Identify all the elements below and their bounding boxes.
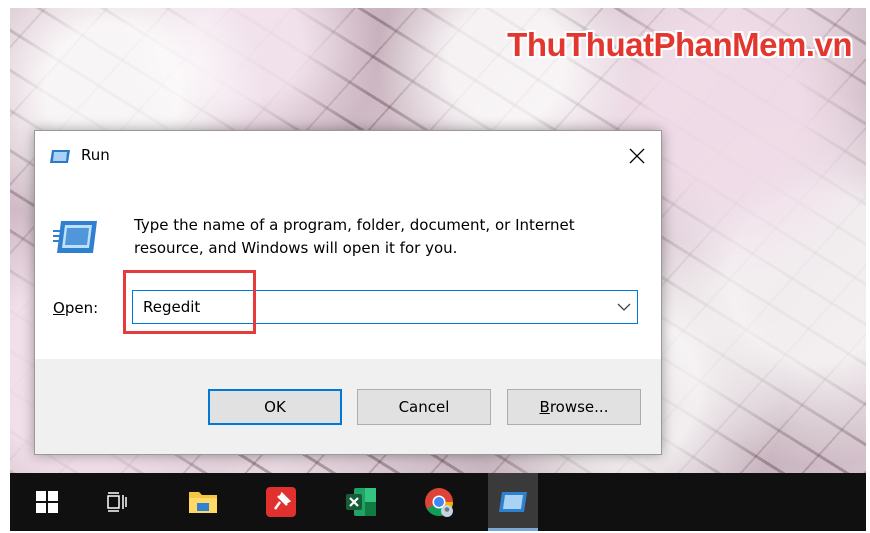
open-label-accesskey: O — [53, 299, 65, 317]
title-bar[interactable]: Run — [35, 131, 661, 181]
dialog-title: Run — [81, 146, 110, 164]
open-label: Open: — [53, 299, 98, 317]
browse-accesskey: B — [539, 398, 550, 416]
file-explorer-icon — [189, 492, 217, 513]
browse-label-text: rowse... — [549, 398, 609, 416]
close-icon — [629, 148, 645, 164]
chrome-icon — [425, 488, 453, 517]
run-dialog: Run Type the name of a program, folder, … — [34, 130, 662, 455]
close-button[interactable] — [613, 131, 661, 181]
task-view-icon — [107, 492, 127, 512]
run-icon — [50, 150, 70, 163]
browse-button[interactable]: Browse... — [507, 389, 641, 425]
open-input[interactable] — [133, 291, 613, 323]
dialog-description: Type the name of a program, folder, docu… — [134, 216, 575, 257]
start-button[interactable] — [22, 473, 72, 531]
ok-button[interactable]: OK — [208, 389, 342, 425]
file-explorer-button[interactable] — [178, 473, 228, 531]
open-combobox[interactable] — [132, 290, 638, 324]
pinned-app-button[interactable] — [256, 473, 306, 531]
run-icon — [499, 492, 527, 512]
run-program-icon — [53, 221, 97, 253]
windows-start-icon — [36, 491, 58, 513]
watermark-logo: ThuThuatPhanMem.vn — [507, 26, 852, 63]
task-view-button[interactable] — [92, 473, 142, 531]
cancel-button[interactable]: Cancel — [357, 389, 491, 425]
run-taskbar-button[interactable] — [488, 473, 538, 531]
open-label-text: pen: — [64, 299, 99, 317]
chevron-down-icon[interactable] — [617, 301, 631, 313]
pinned-app-icon — [266, 487, 296, 517]
excel-button[interactable] — [336, 473, 386, 531]
excel-icon — [346, 488, 376, 516]
chrome-button[interactable] — [414, 473, 464, 531]
taskbar — [10, 473, 866, 531]
dialog-body: Type the name of a program, folder, docu… — [35, 181, 661, 359]
